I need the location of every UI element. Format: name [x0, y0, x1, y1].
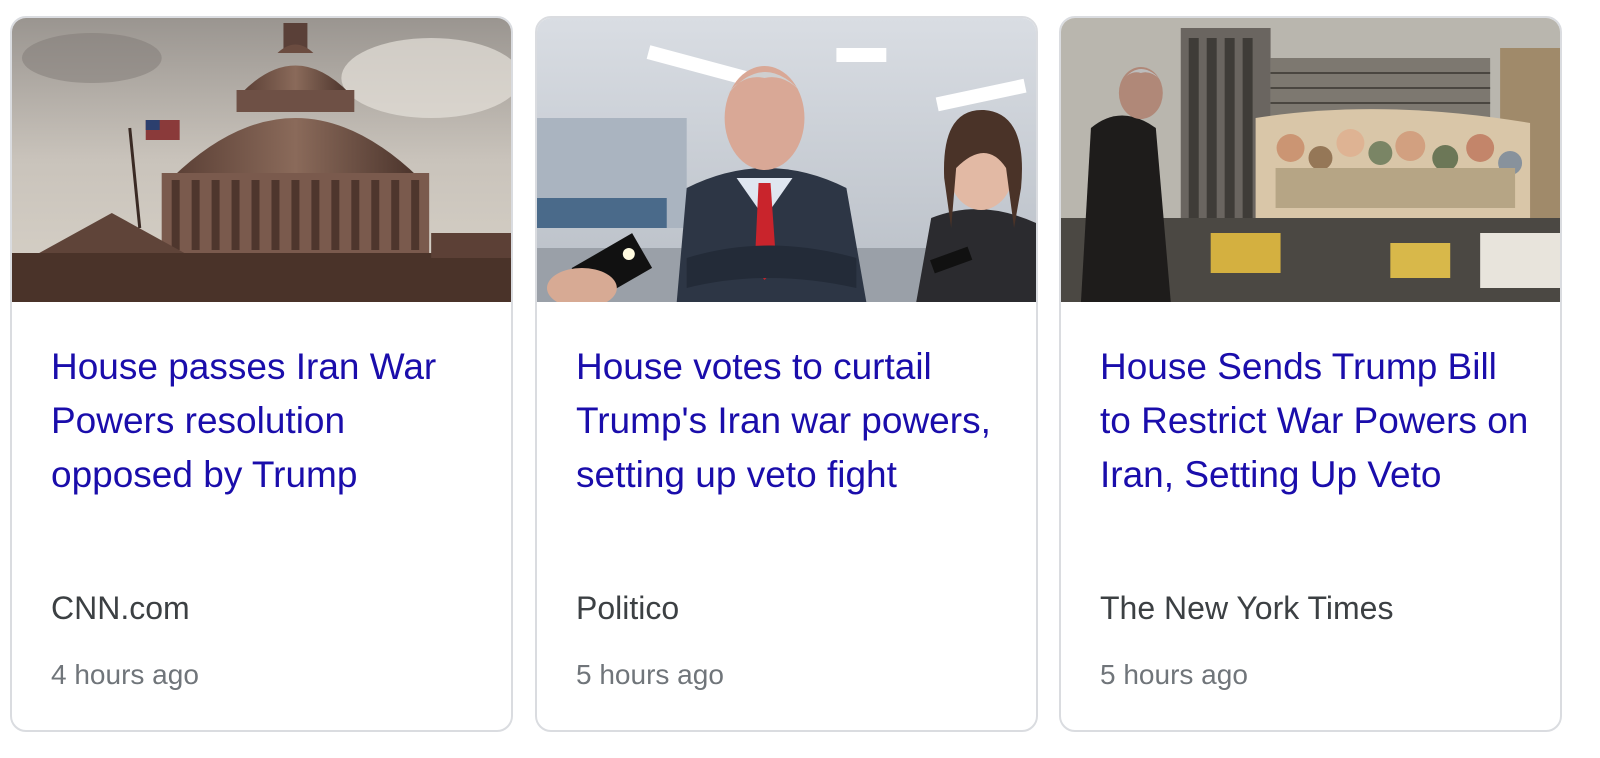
headline-link[interactable]: House passes Iran War Powers resolution … [51, 340, 481, 502]
capitol-dome-photo[interactable] [12, 18, 511, 302]
news-card-politico[interactable]: House votes to curtail Trump's Iran war … [535, 16, 1038, 732]
tehran-street-mural-photo[interactable] [1061, 18, 1560, 302]
headline-link[interactable]: House Sends Trump Bill to Restrict War P… [1100, 340, 1530, 502]
published-time: 4 hours ago [51, 659, 199, 690]
source-name: The New York Times [1100, 590, 1394, 626]
published-time: 5 hours ago [1100, 659, 1248, 690]
senator-interview-photo[interactable] [537, 18, 1036, 302]
news-card-nytimes[interactable]: House Sends Trump Bill to Restrict War P… [1059, 16, 1562, 732]
source-name: Politico [576, 590, 680, 626]
headline-link[interactable]: House votes to curtail Trump's Iran war … [576, 340, 1006, 502]
source-name: CNN.com [51, 590, 190, 626]
news-card-cnn[interactable]: House passes Iran War Powers resolution … [10, 16, 513, 732]
published-time: 5 hours ago [576, 659, 724, 690]
